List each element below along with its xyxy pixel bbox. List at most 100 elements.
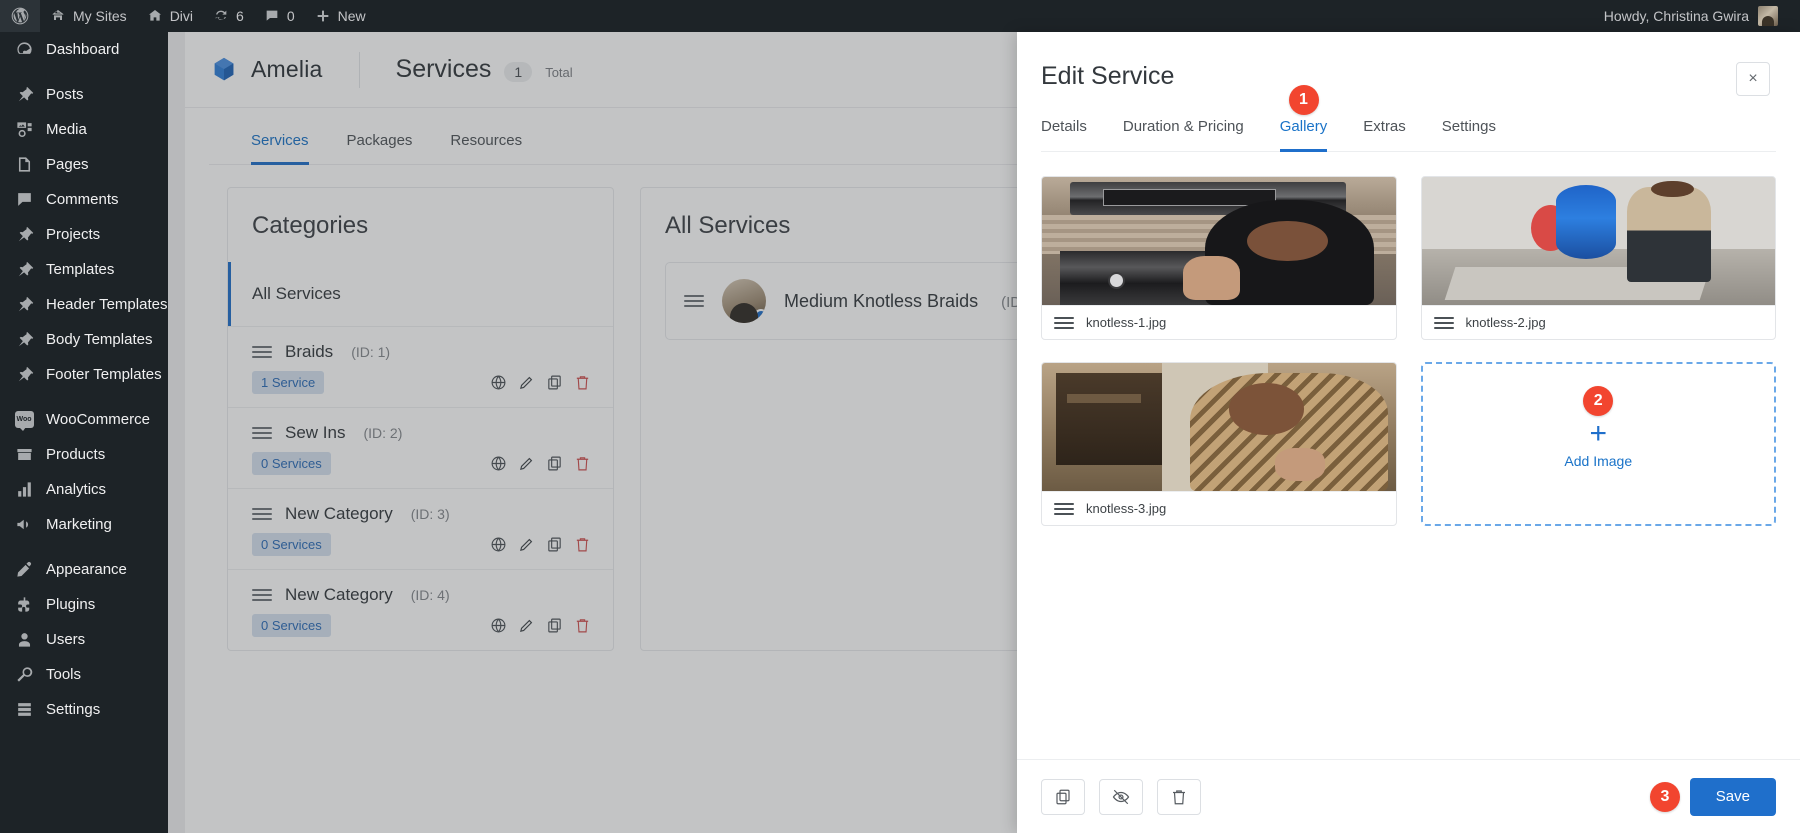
drag-handle-icon[interactable]: [1054, 502, 1074, 515]
dashboard-icon: [14, 40, 34, 60]
tab-settings[interactable]: Settings: [1442, 118, 1496, 152]
howdy-label: Howdy, Christina Gwira: [1603, 8, 1749, 24]
sidebar-item-posts[interactable]: Posts: [0, 77, 168, 112]
sidebar-item-media[interactable]: Media: [0, 112, 168, 147]
sidebar-item-footer-templates[interactable]: Footer Templates: [0, 357, 168, 392]
sidebar-label: Footer Templates: [46, 366, 162, 383]
drag-handle-icon[interactable]: [1054, 316, 1074, 329]
sidebar-label: Settings: [46, 701, 101, 718]
sidebar-item-projects[interactable]: Projects: [0, 217, 168, 252]
edit-service-panel: Edit Service × Details Duration & Pricin…: [1017, 32, 1800, 833]
pages-icon: [14, 155, 34, 175]
duplicate-icon[interactable]: [1041, 778, 1085, 815]
pin-icon: [14, 365, 34, 385]
sidebar-item-analytics[interactable]: Analytics: [0, 472, 168, 507]
comment-icon: [266, 10, 278, 21]
sidebar-label: Header Templates: [46, 296, 168, 313]
admin-bar-item-site-name[interactable]: Divi: [137, 0, 203, 32]
tab-extras[interactable]: Extras: [1363, 118, 1406, 152]
sites-icon: [52, 10, 64, 20]
sidebar-item-products[interactable]: Products: [0, 437, 168, 472]
sidebar-item-tools[interactable]: Tools: [0, 657, 168, 692]
home-icon: [148, 10, 161, 21]
admin-bar-right: Howdy, Christina Gwira: [1592, 0, 1800, 32]
sidebar-label: Pages: [46, 156, 89, 173]
wp-admin-bar: My Sites Divi 6 0 New Howdy, Christina G…: [0, 0, 1800, 32]
updates-icon: [215, 10, 227, 20]
edit-panel-tabs: Details Duration & Pricing 1 Gallery Ext…: [1041, 85, 1776, 152]
sidebar-label: Posts: [46, 86, 84, 103]
gallery-item-caption: knotless-2.jpg: [1421, 305, 1775, 339]
sidebar-label: Comments: [46, 191, 119, 208]
edit-panel-title: Edit Service: [1041, 62, 1175, 90]
sidebar-item-appearance[interactable]: Appearance: [0, 552, 168, 587]
gallery-thumbnail[interactable]: [1042, 177, 1396, 305]
sidebar-label: Appearance: [46, 561, 127, 578]
admin-bar-item-my-sites[interactable]: My Sites: [40, 0, 137, 32]
plus-icon: [317, 10, 328, 22]
plus-icon: +: [1589, 417, 1608, 450]
gallery-tab-content: knotless-1.jpg knotless-2.jpg knotless-3…: [1017, 152, 1800, 759]
sidebar-item-users[interactable]: Users: [0, 622, 168, 657]
sidebar-label: Dashboard: [46, 41, 120, 58]
sidebar-item-woocommerce[interactable]: Woo WooCommerce: [0, 402, 168, 437]
tab-details[interactable]: Details: [1041, 118, 1087, 152]
sidebar-item-pages[interactable]: Pages: [0, 147, 168, 182]
appearance-icon: [14, 560, 34, 580]
callout-badge-3: 3: [1650, 781, 1680, 812]
trash-icon[interactable]: [1157, 778, 1201, 815]
sidebar-label: Tools: [46, 666, 82, 683]
admin-bar-item-comments[interactable]: 0: [254, 0, 305, 32]
close-icon[interactable]: ×: [1736, 62, 1770, 96]
sidebar-item-comments[interactable]: Comments: [0, 182, 168, 217]
media-icon: [14, 120, 34, 140]
wordpress-logo-icon: [11, 7, 29, 25]
edit-panel-footer: 3 Save: [1017, 759, 1800, 833]
gallery-item-caption: knotless-3.jpg: [1042, 491, 1396, 525]
sidebar-item-dashboard[interactable]: Dashboard: [0, 32, 168, 67]
site-name-label: Divi: [169, 8, 194, 24]
gallery-thumbnail[interactable]: [1042, 363, 1396, 491]
analytics-icon: [14, 480, 34, 500]
sidebar-label: Templates: [46, 261, 115, 278]
gallery-item[interactable]: knotless-1.jpg: [1041, 176, 1397, 340]
gallery-filename: knotless-3.jpg: [1086, 501, 1167, 516]
sidebar-item-settings[interactable]: Settings: [0, 692, 168, 727]
new-label: New: [337, 8, 366, 24]
sidebar-item-marketing[interactable]: Marketing: [0, 507, 168, 542]
add-image-button[interactable]: 2 + Add Image: [1420, 362, 1776, 526]
account-menu[interactable]: Howdy, Christina Gwira: [1592, 0, 1790, 32]
admin-bar-item-updates[interactable]: 6: [203, 0, 254, 32]
pin-icon: [14, 260, 34, 280]
plugins-icon: [14, 595, 34, 615]
pin-icon: [14, 330, 34, 350]
sidebar-item-body-templates[interactable]: Body Templates: [0, 322, 168, 357]
gallery-thumbnail[interactable]: [1421, 177, 1775, 305]
callout-badge-2: 2: [1583, 386, 1614, 416]
gallery-item[interactable]: knotless-3.jpg: [1041, 362, 1397, 526]
sidebar-item-templates[interactable]: Templates: [0, 252, 168, 287]
sidebar-item-header-templates[interactable]: Header Templates: [0, 287, 168, 322]
gallery-filename: knotless-2.jpg: [1465, 315, 1546, 330]
settings-icon: [14, 700, 34, 720]
callout-badge-1: 1: [1288, 85, 1319, 115]
pin-icon: [14, 85, 34, 105]
sidebar-label: Analytics: [46, 481, 107, 498]
save-button[interactable]: Save: [1689, 777, 1776, 816]
products-icon: [14, 445, 34, 465]
sidebar-item-plugins[interactable]: Plugins: [0, 587, 168, 622]
gallery-filename: knotless-1.jpg: [1086, 315, 1167, 330]
admin-bar-left: My Sites Divi 6 0 New: [0, 0, 376, 32]
sidebar-label: Users: [46, 631, 86, 648]
gallery-item[interactable]: knotless-2.jpg: [1420, 176, 1776, 340]
users-icon: [14, 630, 34, 650]
admin-bar-item-new[interactable]: New: [305, 0, 376, 32]
avatar: [1758, 6, 1778, 26]
eye-off-icon[interactable]: [1099, 778, 1143, 815]
tab-duration-pricing[interactable]: Duration & Pricing: [1123, 118, 1244, 152]
wordpress-logo-button[interactable]: [0, 0, 40, 32]
tab-gallery[interactable]: 1 Gallery: [1279, 85, 1328, 152]
pin-icon: [14, 295, 34, 315]
drag-handle-icon[interactable]: [1433, 316, 1454, 329]
comment-icon: [14, 190, 34, 210]
